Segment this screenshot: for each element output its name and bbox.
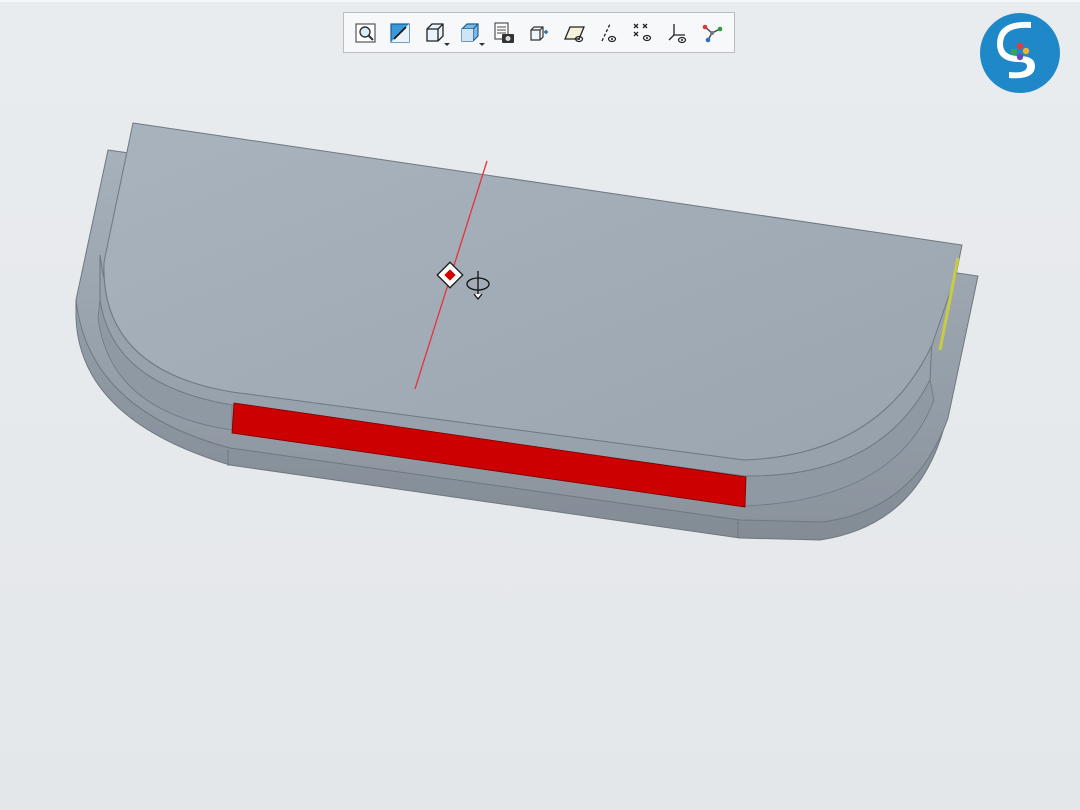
display-style-button[interactable] xyxy=(454,18,486,48)
point-display-icon xyxy=(633,23,652,41)
view-manager-button[interactable] xyxy=(489,18,521,48)
brand-logo xyxy=(980,13,1060,93)
graphics-viewport[interactable] xyxy=(0,0,1080,810)
plane-display-button[interactable] xyxy=(558,18,590,48)
annotation-display-button[interactable] xyxy=(696,18,728,48)
shaded-cube-icon xyxy=(461,22,479,42)
zoom-window-icon xyxy=(390,22,411,43)
zoom-fit-button[interactable] xyxy=(350,18,382,48)
csys-display-button[interactable] xyxy=(662,18,694,48)
cube-orientation-icon xyxy=(426,22,444,42)
plane-display-icon xyxy=(563,25,585,42)
spin-center-button[interactable] xyxy=(523,18,555,48)
annotation-node-icon xyxy=(702,24,723,42)
axis-display-button[interactable] xyxy=(592,18,624,48)
spin-center-icon xyxy=(530,25,549,41)
view-manager-camera-icon xyxy=(494,21,515,43)
magnifier-box-icon xyxy=(355,22,376,43)
part-model[interactable] xyxy=(0,0,1080,810)
view-orientation-button[interactable] xyxy=(419,18,451,48)
axis-display-icon xyxy=(601,23,617,42)
point-display-button[interactable] xyxy=(627,18,659,48)
zoom-window-button[interactable] xyxy=(385,18,417,48)
csys-display-icon xyxy=(668,23,686,43)
in-graphics-toolbar xyxy=(343,12,735,53)
